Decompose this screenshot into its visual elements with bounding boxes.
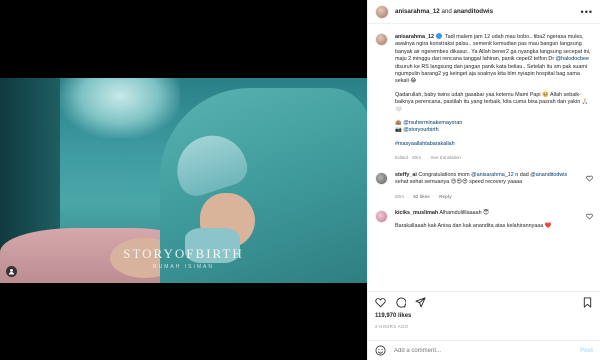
comment-text-mid: n dad: [515, 171, 529, 178]
post-sidebar: anisarahma_12 and ananditodwis ••• anisa…: [367, 0, 600, 360]
comment-input[interactable]: [394, 347, 554, 354]
comment-likes[interactable]: 52 likes: [413, 194, 430, 199]
caption-edited: Edited · 50m: [395, 155, 422, 161]
comment-time: 50m: [395, 193, 404, 199]
comment-meta: 50m 52 likes Reply: [395, 193, 580, 200]
see-translation-link[interactable]: See translation: [430, 155, 461, 160]
comment-text: Alhamdulilllaaaah 😇: [439, 209, 489, 216]
post-actions: [368, 291, 600, 313]
post-button[interactable]: Post: [580, 348, 593, 354]
tagged-users-button[interactable]: [6, 266, 17, 277]
user-icon: [8, 268, 15, 275]
caption-meta: Edited · 50m See translation: [395, 154, 593, 161]
verified-icon: [436, 33, 443, 39]
emoji-icon[interactable]: [375, 345, 386, 356]
comment-body: steffy_ai Congratulations mom @anisarahm…: [395, 172, 580, 200]
caption-hashtag[interactable]: #masyaallahtabarakallah: [395, 141, 593, 148]
photo-lamp: [60, 78, 180, 138]
comment-username[interactable]: kiciks_muslimah: [395, 210, 438, 216]
heart-icon[interactable]: [586, 175, 593, 182]
post-header: anisarahma_12 and ananditodwis •••: [368, 0, 600, 24]
coauthor-username[interactable]: ananditodwis: [454, 8, 494, 15]
comment-text-pre: Congratulations mom: [418, 171, 470, 178]
comment-mention[interactable]: @ananditodwis: [530, 172, 567, 178]
post-time-ago: 2 HOURS AGO: [375, 324, 409, 329]
caption: anisarahma_12 Tadi malem jam 12 udah mau…: [375, 33, 593, 162]
comment-item: steffy_ai Congratulations mom @anisarahm…: [375, 171, 593, 200]
likes-count[interactable]: 119,970 likes: [375, 313, 411, 319]
comment-avatar[interactable]: [375, 171, 388, 185]
comment-mention[interactable]: @anisarahma_12: [471, 172, 514, 178]
post-photo[interactable]: STORYOFBIRTH RUMAH ISIMAN: [0, 78, 367, 283]
caption-hospital[interactable]: 🏨 @rsuherminakemayoran: [395, 120, 462, 126]
comment-body: kiciks_muslimah Alhamdulilllaaaah 😇 Bara…: [395, 210, 580, 237]
caption-username[interactable]: anisarahma_12: [395, 34, 434, 40]
authors-and: and: [441, 8, 452, 15]
comments-section[interactable]: anisarahma_12 Tadi malem jam 12 udah mau…: [368, 25, 600, 291]
comment-item: kiciks_muslimah Alhamdulilllaaaah 😇 Bara…: [375, 209, 593, 237]
comment-avatar[interactable]: [375, 209, 388, 223]
photo-watermark-sub: RUMAH ISIMAN: [153, 264, 214, 270]
caption-p1-tail: disuruh ke RS langsung dan jangan panik …: [395, 63, 588, 85]
author-avatar[interactable]: [375, 4, 389, 19]
comment-icon[interactable]: [395, 297, 406, 308]
heart-icon[interactable]: [586, 213, 593, 220]
caption-photographer[interactable]: 📷 @storyourbirth: [395, 127, 439, 133]
share-icon[interactable]: [415, 297, 426, 308]
like-heart-icon[interactable]: [375, 297, 386, 308]
caption-mention[interactable]: @halodocbee: [556, 56, 589, 62]
photo-watermark: STORYOFBIRTH: [123, 246, 244, 261]
comment-text-2: Barakallaaah kak Anisa dan kak anandita …: [395, 223, 552, 230]
caption-body: anisarahma_12 Tadi malem jam 12 udah mau…: [395, 33, 593, 162]
caption-p2: Qadarullah, baby twins udah gasabar yaa …: [395, 91, 589, 113]
comment-text-post: sehat sehat semuanya 😍😍😍 speed recovery …: [395, 179, 523, 186]
reply-button[interactable]: Reply: [439, 194, 452, 199]
post-authors: anisarahma_12 and ananditodwis: [395, 8, 493, 15]
add-comment-bar: Post: [368, 340, 600, 360]
comment-username[interactable]: steffy_ai: [395, 172, 417, 178]
post-media-pane: STORYOFBIRTH RUMAH ISIMAN: [0, 0, 367, 360]
more-options-button[interactable]: •••: [581, 7, 593, 17]
bookmark-icon[interactable]: [582, 297, 593, 308]
caption-avatar[interactable]: [375, 33, 388, 46]
author-username[interactable]: anisarahma_12: [395, 8, 440, 15]
